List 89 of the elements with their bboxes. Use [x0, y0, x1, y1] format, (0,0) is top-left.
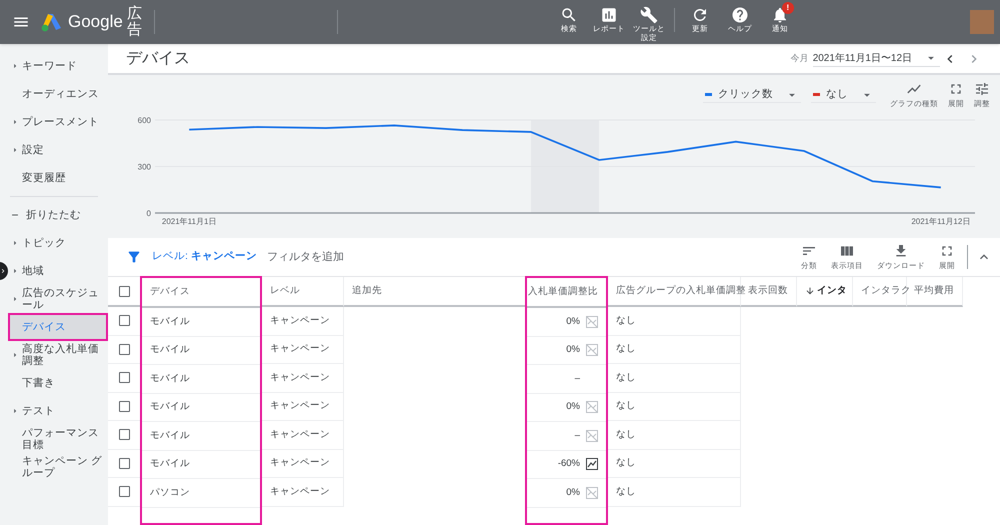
column-header[interactable]: インタラク: [861, 284, 911, 298]
logo-icon: [40, 12, 62, 32]
sidebar-item[interactable]: 下書き: [8, 369, 108, 397]
table-cell: なし: [616, 370, 636, 385]
checkbox[interactable]: [118, 458, 130, 469]
x-tick-label: 2021年11月12日: [911, 217, 970, 226]
chart-icon: [586, 458, 598, 470]
chart-disabled-icon: [586, 486, 598, 499]
metric-dropdown[interactable]: クリック数: [703, 86, 801, 104]
table-cell: モバイル: [150, 314, 190, 329]
table-cell: -60%: [558, 457, 580, 472]
sidebar-item[interactable]: オーディエンス: [8, 80, 108, 108]
table-cell: モバイル: [150, 400, 190, 414]
y-tick-label: 0: [146, 209, 151, 218]
checkbox[interactable]: [118, 315, 130, 326]
sidebar-item[interactable]: 地域: [8, 257, 108, 285]
sidebar-item[interactable]: 変更履歴: [8, 164, 108, 192]
table-cell: モバイル: [150, 428, 190, 443]
checkbox[interactable]: [118, 286, 130, 296]
table-cell: 0%: [566, 486, 580, 500]
search-icon: [560, 6, 578, 24]
add-filter-link[interactable]: フィルタを追加: [266, 248, 344, 266]
chevron-icon: [0, 267, 7, 275]
table-cell: なし: [616, 399, 636, 414]
checkbox[interactable]: [118, 486, 130, 498]
sidebar-item[interactable]: テスト: [8, 397, 108, 425]
table-cell: キャンペーン: [270, 428, 330, 442]
column-header[interactable]: 入札単価調整比: [528, 284, 598, 300]
table-cell: –: [574, 428, 580, 443]
table-cell: パソコン: [150, 486, 190, 500]
product-name: 広告: [126, 6, 142, 38]
table-cell: キャンペーン: [270, 399, 330, 414]
sidebar-item[interactable]: パフォーマンス目標: [8, 425, 108, 453]
column-header[interactable]: 平均費用: [914, 284, 954, 298]
table-cell: モバイル: [150, 343, 190, 358]
table-cell: なし: [616, 456, 636, 470]
chart-disabled-icon: [586, 401, 598, 414]
filter-icon[interactable]: [126, 249, 142, 265]
table-cell: キャンペーン: [270, 370, 330, 385]
sidebar-item[interactable]: 広告のスケジュール: [8, 285, 108, 313]
column-header[interactable]: 追加先: [352, 284, 382, 298]
table-cell: キャンペーン: [270, 484, 330, 499]
table-cell: モバイル: [150, 372, 190, 386]
checkbox[interactable]: [118, 400, 130, 412]
chart-disabled-icon: [586, 316, 598, 328]
logo-text: Google: [68, 11, 123, 34]
column-header[interactable]: レベル: [270, 284, 300, 298]
chart-disabled-icon: [586, 344, 598, 356]
wrench-icon: [640, 6, 658, 24]
page-title: デバイス: [126, 48, 190, 68]
column-header[interactable]: デバイス: [150, 284, 190, 300]
help-icon: [730, 6, 749, 24]
level-filter-chip[interactable]: レベル: キャンペーン: [152, 249, 257, 265]
sidebar-item[interactable]: トピック: [8, 229, 108, 257]
table-cell: なし: [616, 484, 636, 499]
metric-dropdown[interactable]: なし: [811, 86, 876, 104]
table-cell: 0%: [566, 314, 580, 329]
sidebar-item[interactable]: デバイス: [8, 313, 108, 341]
column-header[interactable]: 表示回数: [748, 284, 788, 298]
sidebar-item[interactable]: 設定: [8, 136, 108, 164]
table-cell: モバイル: [150, 457, 190, 472]
checkbox[interactable]: [118, 372, 130, 384]
table-cell: キャンペーン: [270, 456, 330, 470]
checkbox[interactable]: [118, 429, 130, 440]
y-tick-label: 300: [138, 162, 151, 172]
table-cell: なし: [616, 342, 636, 356]
sidebar-item[interactable]: 折りたたむ: [8, 201, 108, 229]
bar-chart-icon: [600, 6, 618, 24]
checkbox[interactable]: [118, 344, 130, 355]
sidebar-item[interactable]: キーワード: [8, 52, 108, 80]
notification-badge: !: [782, 2, 794, 14]
table-cell: –: [574, 372, 580, 386]
date-range-dropdown[interactable]: 2021年11月1日〜12日: [812, 50, 940, 66]
table-cell: なし: [616, 314, 636, 328]
column-header[interactable]: インタ: [817, 284, 847, 298]
sliders-icon: [974, 80, 990, 97]
sidebar-item[interactable]: キャンペーン グループ: [8, 453, 108, 481]
table-cell: なし: [616, 428, 636, 442]
table-cell: 0%: [566, 400, 580, 414]
chart-disabled-icon: [586, 430, 598, 442]
column-header[interactable]: 広告グループの入札単価調整: [616, 284, 746, 298]
table-cell: キャンペーン: [270, 314, 330, 328]
y-tick-label: 600: [138, 116, 151, 125]
sidebar-item[interactable]: プレースメント: [8, 108, 108, 136]
table-cell: 0%: [566, 343, 580, 358]
sidebar-item[interactable]: 高度な入札単価調整: [8, 341, 108, 369]
table-cell: キャンペーン: [270, 342, 330, 356]
x-tick-label: 2021年11月1日: [162, 217, 216, 226]
range-label: 今月: [790, 52, 809, 65]
